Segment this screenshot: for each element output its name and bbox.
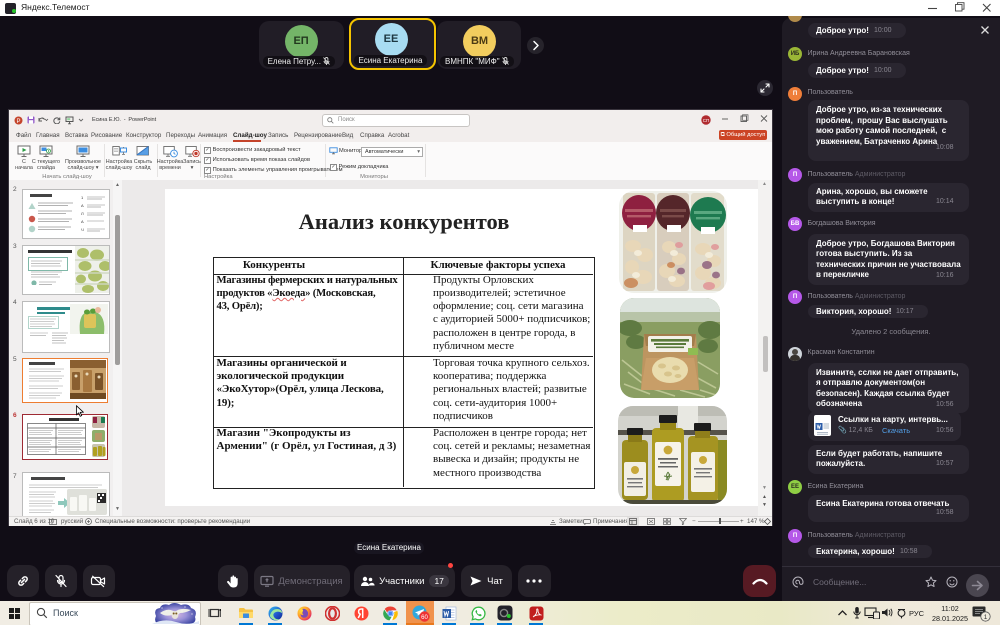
svg-text:60: 60 [421,615,428,621]
svg-text:Л: Л [81,211,84,216]
svg-text:А: А [81,219,84,224]
svg-text:1: 1 [81,195,84,200]
svg-text:А: А [81,203,84,208]
svg-text:P: P [16,119,20,125]
svg-text:СП: СП [703,118,709,123]
svg-text:1: 1 [984,614,988,621]
svg-text:Ч: Ч [81,227,84,232]
